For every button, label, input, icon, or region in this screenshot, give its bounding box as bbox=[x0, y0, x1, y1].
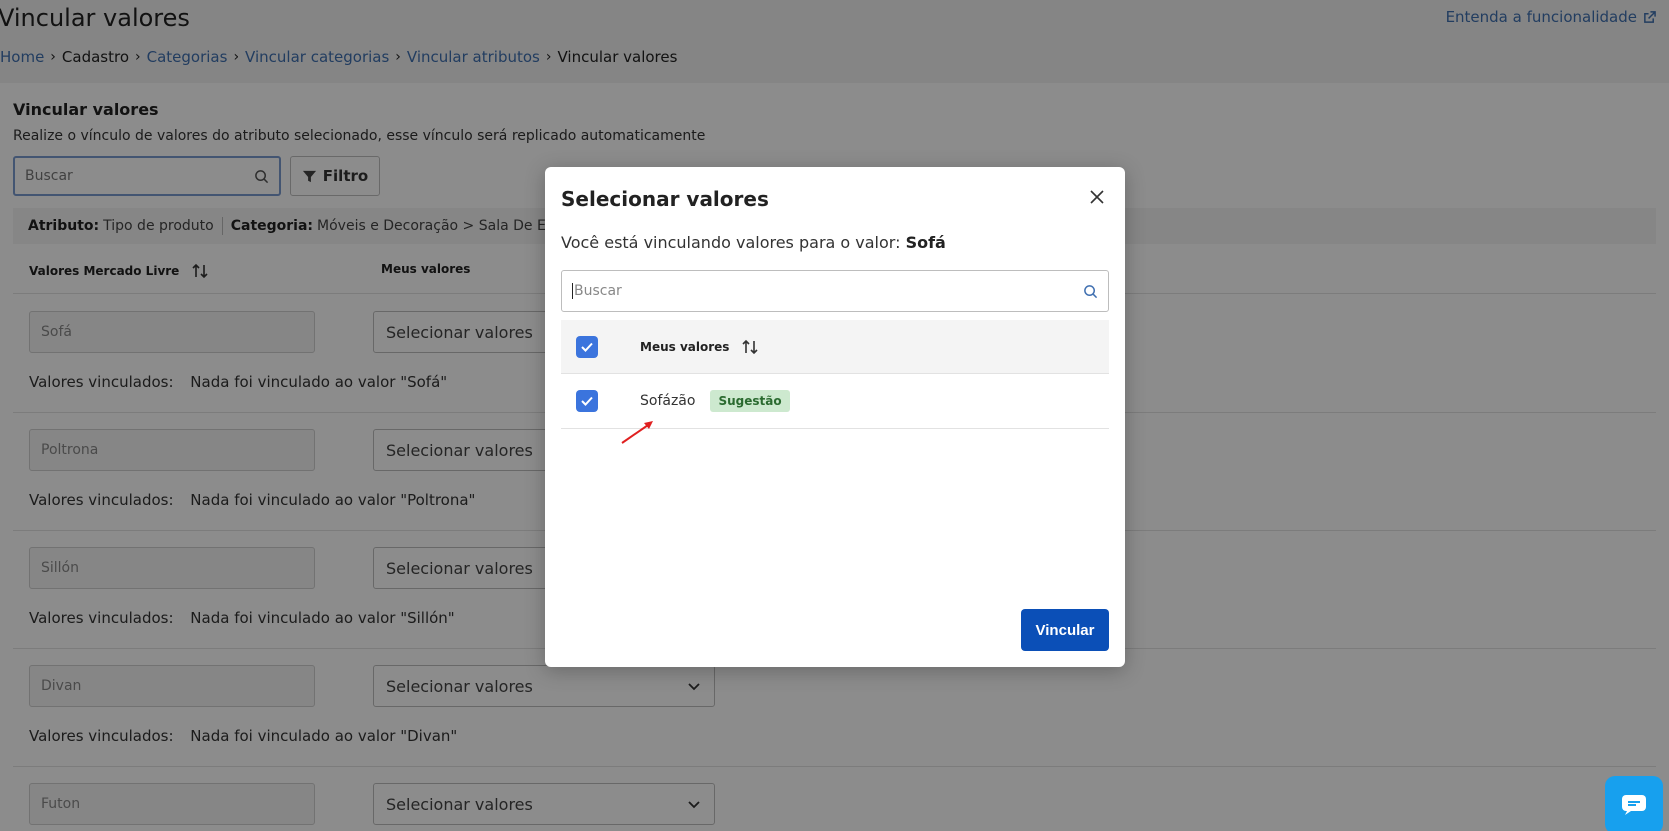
annotation-arrow-icon bbox=[621, 421, 653, 444]
modal-search-placeholder: Buscar bbox=[572, 283, 1083, 299]
modal-title: Selecionar valores bbox=[561, 187, 769, 211]
item-value: Sofázão bbox=[640, 393, 696, 409]
select-values-modal: Selecionar valores Você está vinculando … bbox=[545, 167, 1125, 667]
modal-subtitle-text: Você está vinculando valores para o valo… bbox=[561, 233, 901, 252]
close-icon bbox=[1090, 190, 1104, 204]
modal-column-label: Meus valores bbox=[640, 339, 730, 354]
item-checkbox[interactable] bbox=[576, 390, 598, 412]
modal-search-input[interactable]: Buscar bbox=[561, 270, 1109, 312]
suggestion-badge: Sugestão bbox=[710, 390, 790, 412]
modal-column-header[interactable]: Meus valores bbox=[640, 338, 759, 356]
modal-subtitle: Você está vinculando valores para o valo… bbox=[561, 233, 946, 252]
chat-icon bbox=[1622, 795, 1646, 815]
modal-subtitle-value: Sofá bbox=[905, 233, 946, 252]
modal-table-header: Meus valores bbox=[561, 320, 1109, 374]
sort-icon bbox=[742, 339, 758, 354]
close-button[interactable] bbox=[1087, 187, 1107, 207]
vincular-button[interactable]: Vincular bbox=[1021, 609, 1109, 651]
check-icon bbox=[581, 396, 593, 406]
chat-button[interactable] bbox=[1605, 776, 1663, 831]
select-all-checkbox[interactable] bbox=[576, 335, 598, 358]
check-icon bbox=[581, 342, 593, 352]
search-icon bbox=[1084, 284, 1098, 298]
